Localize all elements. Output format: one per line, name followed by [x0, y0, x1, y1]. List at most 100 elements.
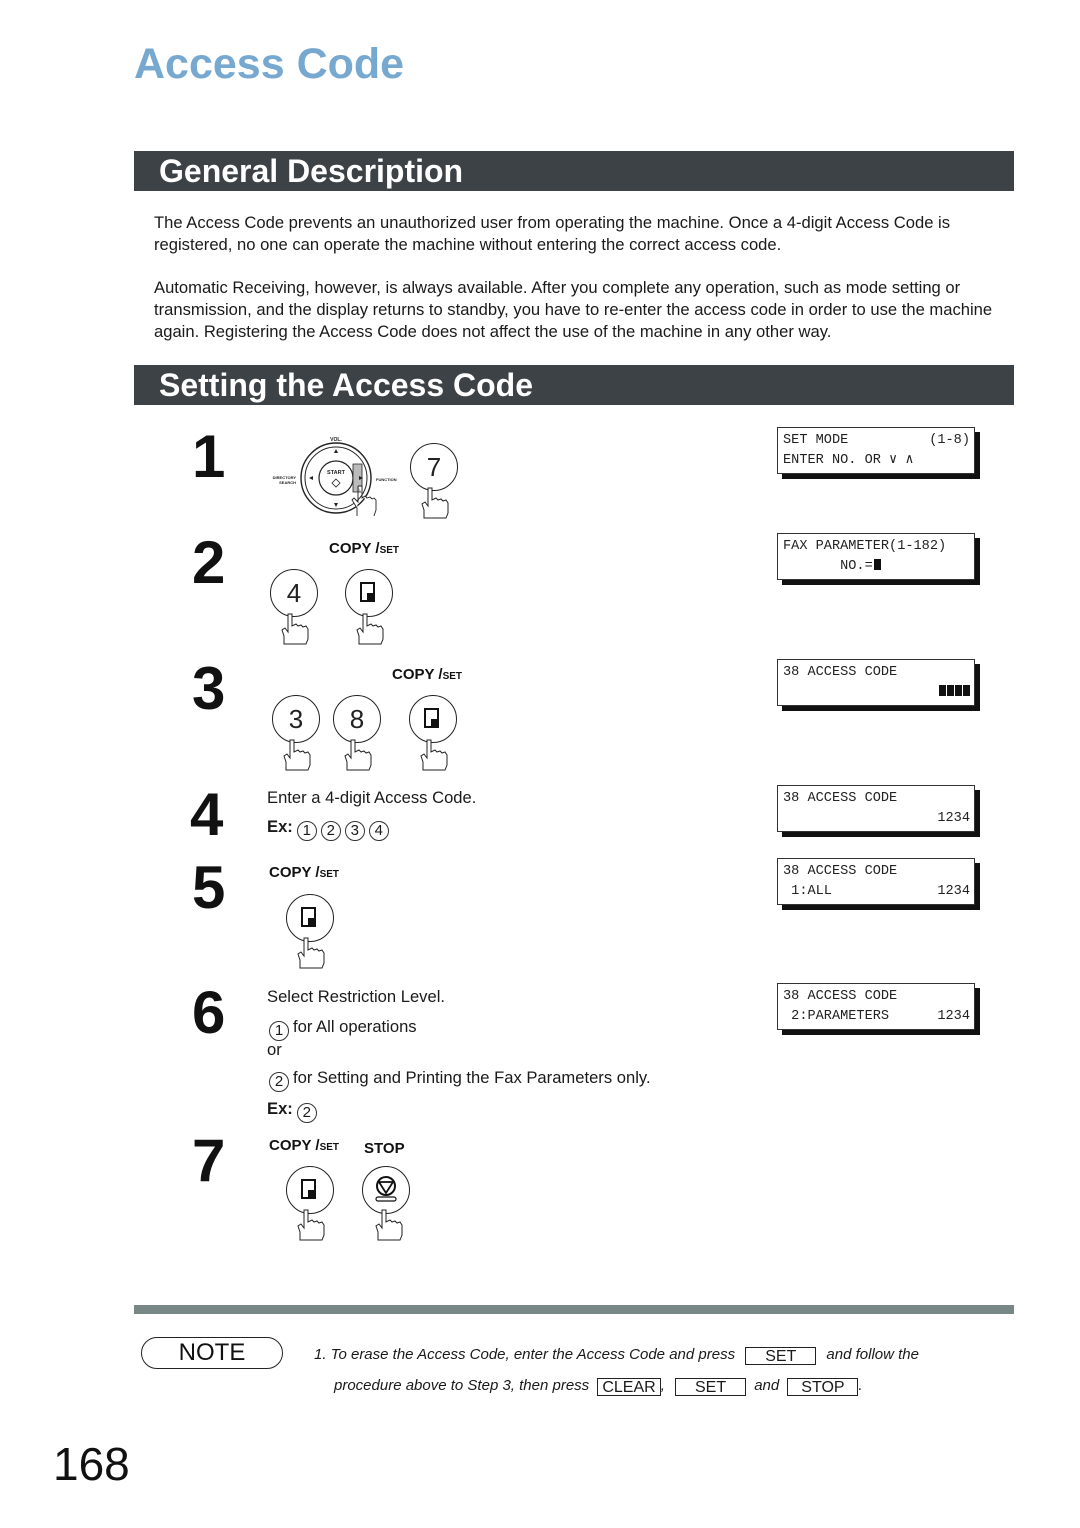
- lcd-line: 38 ACCESS CODE: [783, 864, 898, 879]
- example-keys: Ex: 1 2 3 4: [267, 817, 393, 841]
- section-heading-general: General Description: [134, 151, 1014, 191]
- circled-key-1: 1: [269, 1021, 289, 1041]
- circled-key-2: 2: [296, 1103, 317, 1123]
- cursor-block: [873, 559, 881, 570]
- lcd-display: 38 ACCESS CODE: [777, 659, 975, 706]
- copy-set-icon: [301, 907, 316, 927]
- lcd-value: 1234: [937, 1009, 970, 1024]
- copy-set-button[interactable]: [286, 1166, 334, 1214]
- lcd-line: 38 ACCESS CODE: [783, 989, 898, 1004]
- keypad-key-4[interactable]: 4: [270, 569, 318, 617]
- lcd-line: 38 ACCESS CODE: [783, 791, 898, 806]
- note-badge: NOTE: [141, 1337, 283, 1369]
- page-number: 168: [53, 1438, 130, 1490]
- circled-key-1: 1: [296, 821, 317, 841]
- masked-code: [938, 683, 970, 703]
- or-text: or: [267, 1040, 282, 1059]
- svg-text:FUNCTION: FUNCTION: [376, 477, 397, 482]
- lcd-value: (1-8): [929, 433, 970, 448]
- lcd-value: 1234: [937, 884, 970, 899]
- lcd-line: 2:PARAMETERS: [783, 1009, 890, 1024]
- stop-button[interactable]: [362, 1166, 410, 1214]
- pressing-hand-icon: [375, 1209, 403, 1241]
- copy-set-label: COPY /SET: [329, 540, 399, 557]
- pressing-hand-icon: [344, 739, 372, 771]
- note-text: and: [754, 1377, 780, 1394]
- pressing-hand-icon: [356, 613, 384, 645]
- pressing-hand-icon: [421, 487, 449, 519]
- circled-key-4: 4: [368, 821, 389, 841]
- pressing-hand-icon: [297, 1209, 325, 1241]
- circled-key-3: 3: [344, 821, 365, 841]
- set-label: SET: [319, 1142, 340, 1153]
- copy-set-icon: [424, 708, 439, 728]
- step-number: 6: [192, 979, 226, 1046]
- restriction-option-2: 2 for Setting and Printing the Fax Parame…: [269, 1068, 651, 1092]
- lcd-line: SET MODE: [783, 433, 849, 448]
- keypad-key-7[interactable]: 7: [410, 443, 458, 491]
- keypad-key-3[interactable]: 3: [272, 695, 320, 743]
- circled-key-2: 2: [269, 1072, 289, 1092]
- example-keys: Ex: 2: [267, 1099, 321, 1123]
- section-heading-setting: Setting the Access Code: [134, 365, 1014, 405]
- footer-divider: [134, 1305, 1014, 1314]
- stop-icon: [375, 1176, 397, 1202]
- lcd-line: FAX PARAMETER(1-182): [783, 539, 947, 554]
- copy-set-icon: [301, 1179, 316, 1199]
- note-text: 1. To erase the Access Code, enter the A…: [314, 1346, 736, 1363]
- lcd-line: 1:ALL: [783, 884, 832, 899]
- lcd-display: 38 ACCESS CODE 1234: [777, 785, 975, 832]
- stop-label: STOP: [364, 1140, 405, 1157]
- step-number: 7: [192, 1127, 226, 1194]
- set-key: SET: [745, 1347, 817, 1365]
- step-instruction: Select Restriction Level.: [267, 987, 446, 1006]
- copy-set-icon: [360, 582, 375, 602]
- svg-text:START: START: [327, 470, 346, 476]
- set-label: SET: [442, 671, 463, 682]
- svg-text:SEARCH: SEARCH: [279, 480, 296, 485]
- step-number: 4: [190, 781, 224, 848]
- copy-label: COPY /: [329, 540, 380, 557]
- page-title: Access Code: [134, 40, 405, 88]
- general-paragraph-2: Automatic Receiving, however, is always …: [154, 278, 993, 341]
- copy-label: COPY /: [392, 666, 443, 683]
- restriction-option-1: 1 for All operations: [269, 1017, 417, 1041]
- copy-set-button[interactable]: [286, 894, 334, 942]
- note-line-2: procedure above to Step 3, then press CL…: [334, 1377, 863, 1396]
- lcd-line: ENTER NO. OR ∨ ∧: [783, 453, 914, 468]
- vol-label: VOL.: [330, 437, 342, 443]
- copy-set-label: COPY /SET: [269, 1137, 339, 1154]
- pressing-hand-icon: [283, 739, 311, 771]
- note-text: and follow the: [826, 1346, 919, 1363]
- lcd-display: SET MODE (1-8) ENTER NO. OR ∨ ∧: [777, 427, 975, 474]
- clear-key: CLEAR: [597, 1378, 661, 1396]
- lcd-line: NO.=: [783, 559, 873, 574]
- copy-set-label: COPY /SET: [269, 864, 339, 881]
- step-number: 2: [192, 529, 226, 596]
- keypad-key-8[interactable]: 8: [333, 695, 381, 743]
- copy-set-button[interactable]: [409, 695, 457, 743]
- option-text: for Setting and Printing the Fax Paramet…: [293, 1068, 651, 1087]
- option-text: for All operations: [293, 1017, 417, 1036]
- stop-key: STOP: [787, 1378, 859, 1396]
- navigation-dial-icon: VOL. START DIRECTORY SEARCH FUNCTION: [273, 437, 397, 517]
- pressing-hand-icon: [297, 937, 325, 969]
- navigation-dial: VOL. START DIRECTORY SEARCH FUNCTION: [266, 434, 406, 522]
- step-instruction: Enter a 4-digit Access Code.: [267, 788, 477, 807]
- copy-label: COPY /: [269, 1137, 320, 1154]
- step-number: 5: [192, 854, 226, 921]
- lcd-display: 38 ACCESS CODE 2:PARAMETERS 1234: [777, 983, 975, 1030]
- copy-set-button[interactable]: [345, 569, 393, 617]
- step-number: 3: [192, 655, 226, 722]
- copy-set-label: COPY /SET: [392, 666, 462, 683]
- pressing-hand-icon: [281, 613, 309, 645]
- example-label: Ex:: [267, 1099, 293, 1118]
- note-line-1: 1. To erase the Access Code, enter the A…: [314, 1346, 919, 1365]
- set-key: SET: [675, 1378, 747, 1396]
- step-number: 1: [192, 423, 226, 490]
- set-label: SET: [379, 545, 400, 556]
- lcd-display: FAX PARAMETER(1-182) NO.=: [777, 533, 975, 580]
- lcd-value: 1234: [937, 811, 970, 826]
- general-paragraph-1: The Access Code prevents an unauthorized…: [154, 213, 951, 254]
- example-label: Ex:: [267, 817, 293, 836]
